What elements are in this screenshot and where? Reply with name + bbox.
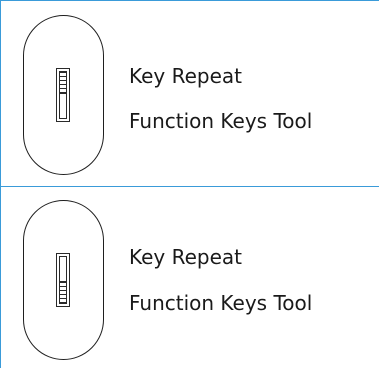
toggle-switch-knob [60, 281, 66, 303]
toggle-switch-icon [56, 253, 70, 307]
settings-list: Key Repeat Function Keys Tool Key Repeat… [0, 0, 379, 368]
item-title: Key Repeat [129, 245, 243, 269]
item-title: Key Repeat [129, 64, 243, 88]
toggle-switch-knob [60, 72, 66, 94]
list-item: Key Repeat Function Keys Tool [1, 187, 379, 369]
item-subtitle: Function Keys Tool [129, 291, 313, 315]
toggle-switch-icon [56, 68, 70, 122]
key-repeat-toggle-button[interactable] [23, 200, 104, 360]
toggle-switch-track [59, 71, 67, 119]
item-subtitle: Function Keys Tool [129, 109, 313, 133]
list-item: Key Repeat Function Keys Tool [1, 1, 379, 187]
key-repeat-toggle-button[interactable] [23, 15, 104, 175]
toggle-switch-track [59, 256, 67, 304]
